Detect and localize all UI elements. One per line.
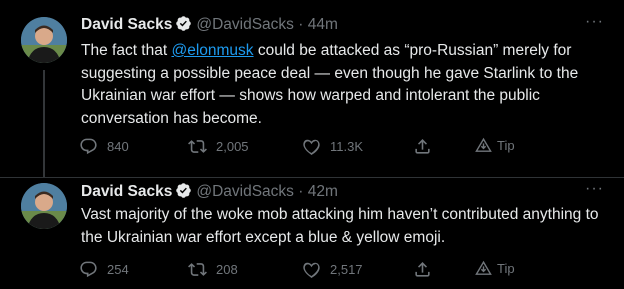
- separator-dot: ·: [298, 16, 304, 33]
- share-button[interactable]: [413, 260, 432, 279]
- verified-badge-icon: [175, 15, 192, 37]
- tip-button[interactable]: Tip: [475, 137, 515, 154]
- tip-button[interactable]: Tip: [475, 260, 515, 277]
- reply-count: 254: [107, 262, 129, 277]
- retweet-button[interactable]: 208: [188, 260, 238, 279]
- display-name[interactable]: David Sacks: [81, 183, 172, 200]
- like-button[interactable]: 11.3K: [302, 137, 363, 156]
- tip-icon: [475, 137, 492, 152]
- reply-button[interactable]: 254: [79, 260, 129, 279]
- timestamp[interactable]: 42m: [308, 183, 338, 200]
- tweet-header: David Sacks @DavidSacks · 42m: [81, 182, 338, 204]
- timestamp[interactable]: 44m: [308, 16, 338, 33]
- tweet-2[interactable]: David Sacks @DavidSacks · 42m ··· Vast ma…: [0, 178, 624, 289]
- tweet-1[interactable]: David Sacks @DavidSacks · 44m ··· The fac…: [0, 0, 624, 178]
- share-icon: [415, 262, 430, 277]
- display-name[interactable]: David Sacks: [81, 16, 172, 33]
- tip-icon: [475, 260, 492, 275]
- tweet-text: Vast majority of the woke mob attacking …: [81, 206, 599, 246]
- more-icon[interactable]: ···: [585, 180, 604, 198]
- avatar[interactable]: [21, 183, 67, 229]
- share-icon: [415, 139, 430, 154]
- tip-label: Tip: [497, 261, 515, 276]
- retweet-icon: [188, 140, 207, 153]
- separator-dot: ·: [298, 183, 304, 200]
- verified-badge-icon: [175, 182, 192, 204]
- tweet-header: David Sacks @DavidSacks · 44m: [81, 15, 338, 37]
- retweet-count: 208: [216, 262, 238, 277]
- reply-button[interactable]: 840: [79, 137, 129, 156]
- handle[interactable]: @DavidSacks: [196, 183, 294, 200]
- reply-icon: [80, 261, 97, 278]
- like-count: 2,517: [330, 262, 363, 277]
- avatar[interactable]: [21, 17, 67, 63]
- tweet-text-part: The fact that: [81, 42, 172, 59]
- like-icon: [303, 139, 320, 156]
- handle[interactable]: @DavidSacks: [196, 16, 294, 33]
- share-button[interactable]: [413, 137, 432, 156]
- retweet-icon: [188, 263, 207, 276]
- thread-line: [43, 70, 45, 178]
- tweet-text: The fact that @elonmusk could be attacke…: [81, 40, 611, 130]
- more-icon[interactable]: ···: [585, 13, 604, 31]
- retweet-button[interactable]: 2,005: [188, 137, 249, 156]
- reply-count: 840: [107, 139, 129, 154]
- reply-icon: [80, 138, 97, 155]
- retweet-count: 2,005: [216, 139, 249, 154]
- like-icon: [303, 262, 320, 279]
- mention-link[interactable]: @elonmusk: [171, 42, 253, 59]
- tip-label: Tip: [497, 138, 515, 153]
- like-button[interactable]: 2,517: [302, 260, 363, 279]
- like-count: 11.3K: [330, 139, 364, 154]
